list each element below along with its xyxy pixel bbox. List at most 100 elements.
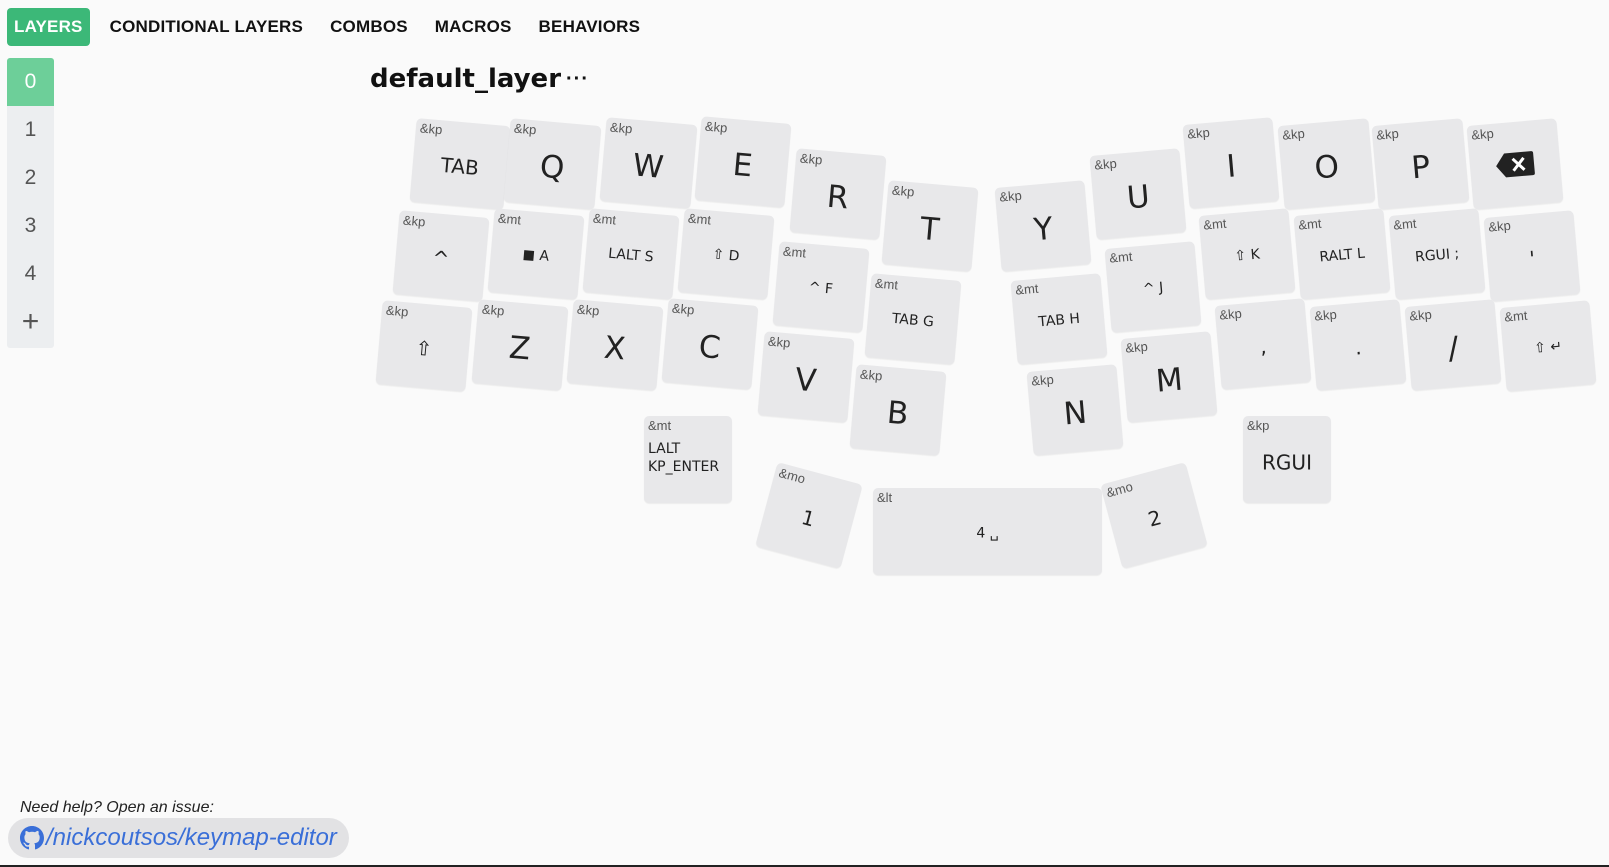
key-d-15[interactable]: &mt ⇧ D xyxy=(677,208,775,300)
key-r-4[interactable]: &kp R xyxy=(789,148,887,240)
key-behavior[interactable]: &mt xyxy=(592,211,616,228)
key-label[interactable]: W xyxy=(601,145,695,189)
key-z-25[interactable]: &kp Z xyxy=(471,299,569,391)
key-label[interactable]: ⇧ D xyxy=(680,244,771,268)
key-y-6[interactable]: &kp Y xyxy=(994,180,1092,272)
key-label[interactable]: , xyxy=(1217,331,1309,363)
key-behavior[interactable]: &kp xyxy=(1247,418,1269,433)
key-label[interactable]: 2 xyxy=(1109,495,1200,541)
key-label[interactable]: E xyxy=(696,144,789,188)
key-symbol-32[interactable]: &kp, xyxy=(1214,298,1312,390)
key-windows-13[interactable]: &mt ■ A xyxy=(487,208,585,300)
key-label[interactable]: . xyxy=(1312,332,1404,364)
key-o-9[interactable]: &kp O xyxy=(1277,118,1376,210)
key-v-28[interactable]: &kp V xyxy=(757,331,855,423)
key-behavior[interactable]: &kp xyxy=(1094,156,1118,173)
key-behavior[interactable]: &lt xyxy=(877,490,892,505)
key-symbol-33[interactable]: &kp. xyxy=(1309,299,1407,391)
key-lalt-s-14[interactable]: &mt LALT S xyxy=(582,208,680,300)
layer-title[interactable]: default_layer xyxy=(370,64,561,94)
layer-item-4[interactable]: 4 xyxy=(7,250,54,298)
key-behavior[interactable]: &kp xyxy=(671,301,695,318)
key-t-5[interactable]: &kp T xyxy=(881,180,979,272)
key-behavior[interactable]: &kp xyxy=(576,302,600,319)
key-tab-g-17[interactable]: &mt TAB G xyxy=(864,273,962,365)
key-behavior[interactable]: &mt xyxy=(782,244,806,261)
tab-layers[interactable]: LAYERS xyxy=(7,8,90,46)
key-label[interactable]: ⇧ xyxy=(378,333,470,365)
key-label[interactable]: LALT S xyxy=(585,244,676,268)
key-behavior[interactable]: &kp xyxy=(1488,218,1512,235)
key-label[interactable]: TAB G xyxy=(867,309,958,333)
tab-behaviors[interactable]: BEHAVIORS xyxy=(526,8,654,46)
layer-item-3[interactable]: 3 xyxy=(7,202,54,250)
key-rgui-40[interactable]: &kp RGUI xyxy=(1243,416,1331,503)
key-tab-0[interactable]: &kp TAB xyxy=(409,118,511,210)
key-label[interactable]: V xyxy=(759,359,852,403)
key-behavior[interactable]: &kp xyxy=(1031,372,1055,389)
key-behavior[interactable]: &kp xyxy=(767,334,791,351)
github-link[interactable]: /nickcoutsos/keymap-editor xyxy=(8,818,349,858)
key-label[interactable]: RALT L xyxy=(1297,244,1388,268)
key-label[interactable]: X xyxy=(568,327,661,371)
key-behavior[interactable]: &mt xyxy=(1298,216,1322,233)
key-label[interactable]: RGUI ; xyxy=(1392,244,1483,268)
tab-macros[interactable]: MACROS xyxy=(422,8,525,46)
key-label[interactable]: N xyxy=(1029,392,1122,436)
key-symbol-23[interactable]: &kp ' xyxy=(1483,210,1581,302)
key-ralt-l-21[interactable]: &mt RALT L xyxy=(1293,208,1391,300)
layer-menu-button[interactable]: ··· xyxy=(566,68,589,91)
key-backspace-11[interactable]: &kp xyxy=(1466,118,1564,210)
key-behavior[interactable]: &mt xyxy=(874,276,898,293)
key-x-26[interactable]: &kp X xyxy=(566,299,664,391)
key-m-31[interactable]: &kp M xyxy=(1120,331,1218,423)
key-label[interactable]: ^ F xyxy=(775,277,866,301)
key-1-37[interactable]: &mo 1 xyxy=(755,462,863,569)
key-behavior[interactable]: &kp xyxy=(385,303,409,320)
key-behavior[interactable]: &kp xyxy=(799,151,823,168)
key-k-20[interactable]: &mt ⇧ K xyxy=(1198,208,1296,300)
key-behavior[interactable]: &kp xyxy=(1219,306,1243,323)
key-label[interactable]: 1 xyxy=(763,495,854,541)
key-behavior[interactable]: &mt xyxy=(648,418,671,433)
key-behavior[interactable]: &mt xyxy=(1109,249,1133,266)
key-symbol-24[interactable]: &kp ⇧ xyxy=(375,300,473,392)
key-label[interactable]: T xyxy=(883,208,976,252)
tab-combos[interactable]: COMBOS xyxy=(317,8,421,46)
key-label[interactable]: 4 ␣ xyxy=(873,525,1102,541)
key-behavior[interactable]: &mt xyxy=(1504,308,1528,325)
key-behavior[interactable]: &kp xyxy=(1125,339,1149,356)
key-label[interactable]: ' xyxy=(1486,243,1578,275)
key-behavior[interactable]: &kp xyxy=(1314,307,1338,324)
key-behavior[interactable]: &mt xyxy=(1203,216,1227,233)
key-behavior[interactable]: &kp xyxy=(419,120,443,137)
layer-item-1[interactable]: 1 xyxy=(7,106,54,154)
key-behavior[interactable]: &mt xyxy=(1393,216,1417,233)
key-label[interactable]: B xyxy=(851,392,944,436)
key-behavior[interactable]: &kp xyxy=(402,213,426,230)
key-label[interactable]: TAB xyxy=(412,150,508,182)
key-j-19[interactable]: &mt ^ J xyxy=(1104,241,1202,333)
key-label[interactable]: / xyxy=(1407,327,1500,371)
key-label[interactable]: Q xyxy=(505,146,599,190)
key-lalt-kp-enter-36[interactable]: &mt LALT KP_ENTER xyxy=(644,416,732,503)
key-behavior[interactable]: &kp xyxy=(891,183,915,200)
add-layer-button[interactable]: + xyxy=(7,298,54,346)
key-label[interactable]: RGUI xyxy=(1243,450,1331,474)
key-behavior[interactable]: &kp xyxy=(999,188,1023,205)
key-label[interactable] xyxy=(1469,146,1562,190)
key-label[interactable]: P xyxy=(1374,146,1468,190)
key-label[interactable]: I xyxy=(1185,145,1278,189)
key-behavior[interactable]: &mo xyxy=(777,465,807,486)
key-q-1[interactable]: &kp Q xyxy=(503,118,602,210)
key-b-29[interactable]: &kp B xyxy=(849,364,947,456)
key-behavior[interactable]: &mt xyxy=(687,211,711,228)
key-behavior[interactable]: &kp xyxy=(859,367,883,384)
key-label[interactable]: C xyxy=(663,326,756,370)
key-label[interactable]: LALT KP_ENTER xyxy=(648,440,732,476)
key-label[interactable]: TAB H xyxy=(1014,309,1105,333)
layer-item-0[interactable]: 0 xyxy=(7,58,54,106)
key-e-3[interactable]: &kp E xyxy=(694,116,792,208)
key-u-7[interactable]: &kp U xyxy=(1089,148,1187,240)
key-label[interactable]: Y xyxy=(997,208,1090,252)
